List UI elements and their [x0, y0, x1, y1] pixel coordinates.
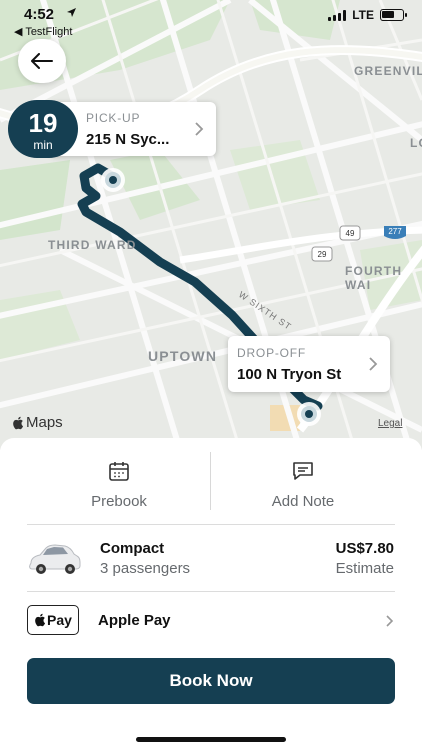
- ride-option-compact[interactable]: Compact 3 passengers US$7.80 Estimate: [0, 529, 422, 591]
- chevron-right-icon: [195, 122, 204, 136]
- dropoff-caption: DROP-OFF: [237, 346, 307, 360]
- ride-price: US$7.80: [335, 540, 394, 557]
- chevron-right-icon: [369, 357, 378, 371]
- network-label: LTE: [352, 8, 374, 22]
- dropoff-callout[interactable]: DROP-OFF 100 N Tryon St: [228, 336, 390, 392]
- status-indicators: LTE: [328, 8, 407, 22]
- home-indicator: [136, 737, 286, 742]
- fourth-ward-label: FOURTH WAI: [345, 264, 403, 292]
- payment-method-row[interactable]: Pay Apple Pay: [0, 601, 422, 643]
- eta-badge: 19 min: [8, 100, 78, 158]
- arrow-left-icon: [31, 53, 53, 69]
- third-ward-label: THIRD WARD: [48, 238, 137, 252]
- pickup-address: 215 N Syc...: [86, 131, 170, 148]
- map-view[interactable]: 277 49 29 W SIXTH ST GREENVILL LO THIRD …: [0, 0, 422, 450]
- divider: [27, 524, 395, 525]
- status-bar: 4:52 ◀ TestFlight LTE: [0, 0, 422, 40]
- status-time: 4:52: [24, 6, 55, 23]
- add-note-button[interactable]: Add Note: [211, 452, 395, 524]
- booking-sheet: Prebook Add Note Compact 3 passengers US…: [0, 438, 422, 750]
- us29-shield-label: 29: [318, 250, 327, 259]
- prebook-label: Prebook: [91, 493, 147, 510]
- apple-logo-icon: [35, 613, 46, 627]
- lo-label: LO: [410, 136, 422, 150]
- add-note-label: Add Note: [271, 493, 335, 510]
- back-button[interactable]: [18, 39, 66, 83]
- apple-pay-badge: Pay: [27, 605, 79, 635]
- ride-passengers: 3 passengers: [100, 560, 191, 577]
- calendar-icon: [109, 462, 129, 481]
- apple-logo-icon: [13, 416, 23, 429]
- ride-price-note: Estimate: [335, 560, 394, 577]
- action-row: Prebook Add Note: [27, 452, 395, 524]
- divider: [27, 591, 395, 592]
- battery-icon: [380, 9, 407, 21]
- ride-name: Compact: [100, 540, 165, 557]
- legal-link[interactable]: Legal: [378, 418, 402, 429]
- i277-shield-label: 277: [388, 227, 402, 236]
- book-now-button[interactable]: Book Now: [27, 658, 395, 704]
- action-divider: [210, 452, 211, 510]
- eta-unit: min: [33, 138, 53, 152]
- payment-name: Apple Pay: [98, 612, 171, 629]
- note-icon: [293, 462, 313, 480]
- chevron-right-icon: [386, 615, 394, 627]
- prebook-button[interactable]: Prebook: [27, 452, 211, 524]
- location-arrow-icon: [66, 7, 77, 21]
- maps-label: Maps: [26, 414, 63, 431]
- dropoff-address: 100 N Tryon St: [237, 366, 342, 383]
- car-icon: [29, 544, 81, 574]
- pickup-caption: PICK-UP: [86, 111, 141, 125]
- nc49-shield-label: 49: [346, 229, 355, 238]
- signal-icon: [328, 9, 347, 21]
- greenville-label: GREENVILL: [354, 64, 422, 78]
- eta-minutes: 19: [28, 108, 58, 138]
- apple-pay-badge-label: Pay: [47, 612, 72, 628]
- back-to-app-link[interactable]: ◀ TestFlight: [14, 25, 72, 38]
- uptown-label: UPTOWN: [148, 348, 218, 364]
- maps-attribution: Maps: [12, 414, 63, 431]
